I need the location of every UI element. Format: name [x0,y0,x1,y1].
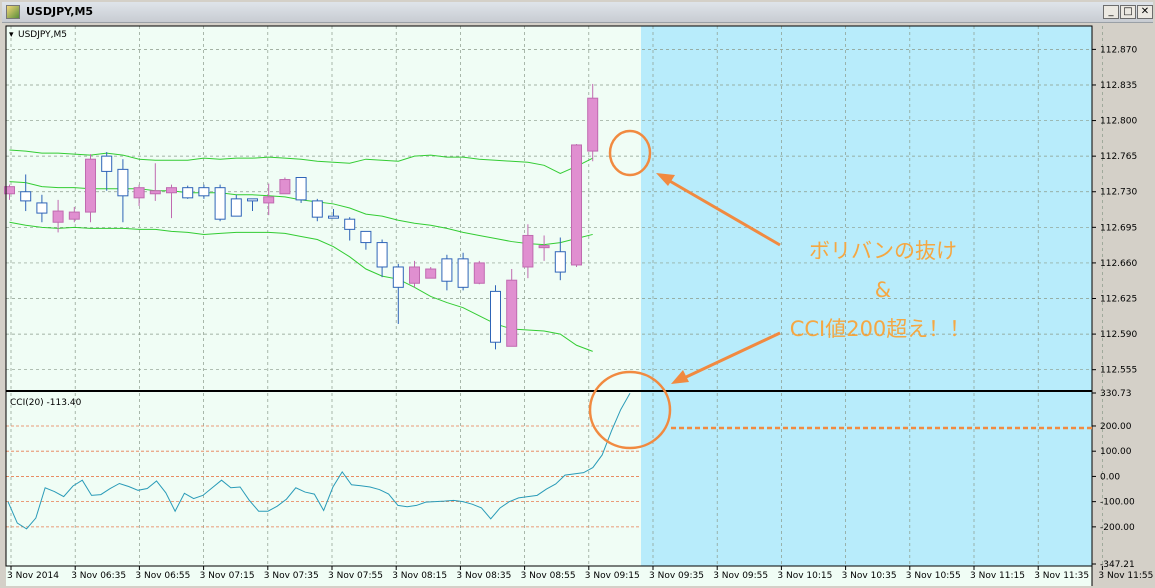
candle-body [295,177,307,201]
price-tick-label: 112.590 [1100,330,1137,340]
mt4-window: USDJPY,M5 _ □ ✕ ▾ USDJPY,M5 CCI(20) -113… [0,0,1155,588]
candle-body [117,168,129,197]
price-pane-arrow-icon: ▾ [9,30,14,40]
candle-body [571,144,582,266]
price-tick-label: 112.625 [1100,295,1137,305]
price-tick-label: 112.765 [1100,152,1137,162]
candle-body [392,266,404,288]
price-tick-label: 112.660 [1100,259,1137,269]
candle-body [328,215,339,219]
cci-pane-label: CCI(20) -113.40 [10,398,82,408]
cci-tick-label: 100.00 [1100,447,1132,457]
candle-body [376,242,388,268]
time-tick-label: 3 Nov 09:35 [649,571,704,581]
time-tick-label: 3 Nov 08:35 [456,571,511,581]
candle-body [36,202,48,214]
candle-body [149,190,161,195]
price-tick-label: 112.835 [1100,81,1137,91]
candle-body [425,268,437,279]
candle-body [68,211,80,220]
window-title: USDJPY,M5 [26,5,94,18]
annotation-line-3: CCI値200超え！！ [790,317,971,341]
price-axis: 112.870 112.835 112.800 112.765 112.730 112.6… [1092,45,1137,376]
title-bar: USDJPY,M5 _ □ ✕ [2,2,1153,23]
candle-body [538,245,550,249]
time-tick-label: 3 Nov 10:15 [777,571,832,581]
cci-tick-label: 200.00 [1100,422,1132,432]
candle-body [554,251,566,273]
time-tick-label: 3 Nov 11:35 [1034,571,1089,581]
cci-tick-label: -347.21 [1100,560,1135,570]
candle-body [52,210,64,223]
minimize-button[interactable]: _ [1103,5,1119,19]
candle-body [490,290,501,343]
cci-tick-label: -200.00 [1100,523,1135,533]
cci-tick-label: 0.00 [1100,472,1120,482]
time-tick-label: 3 Nov 09:15 [585,571,640,581]
chart-window-icon[interactable] [6,5,20,19]
price-tick-label: 112.730 [1100,188,1137,198]
candle-body [20,191,32,202]
time-tick-label: 3 Nov 10:35 [842,571,897,581]
candle-body [166,187,177,194]
time-tick-label: 3 Nov 2014 [7,571,59,581]
candle-body [360,230,372,244]
candle-body [506,279,518,347]
candle-body [214,187,226,220]
price-tick-label: 112.555 [1100,366,1137,376]
candle-body [85,158,96,213]
price-tick-label: 112.870 [1100,45,1137,55]
cci-tick-label: 330.73 [1100,389,1132,399]
time-tick-label: 3 Nov 11:55 [1098,571,1153,581]
candle-body [457,258,469,288]
candle-body [279,179,291,195]
time-tick-label: 3 Nov 07:55 [328,571,383,581]
candle-body [344,218,356,230]
candle-body [311,200,323,218]
price-tick-label: 112.695 [1100,223,1137,233]
candle-body [101,155,113,172]
close-button[interactable]: ✕ [1137,5,1153,19]
cci-axis: 330.73 200.00 100.00 0.00 -100.00 -200.00 -347… [1092,389,1135,570]
time-tick-label: 3 Nov 07:15 [200,571,255,581]
time-tick-label: 3 Nov 06:35 [71,571,126,581]
chart-area[interactable]: ▾ USDJPY,M5 CCI(20) -113.40 112.870112.8… [0,23,1155,588]
time-tick-label: 3 Nov 09:55 [713,571,768,581]
time-tick-label: 3 Nov 11:15 [970,571,1025,581]
time-tick-label: 3 Nov 08:55 [521,571,576,581]
candle-body [198,187,210,197]
annotation-line-2: & [875,278,891,302]
time-tick-label: 3 Nov 06:55 [135,571,190,581]
candle-body [587,97,599,152]
annotation-line-1: ボリバンの抜け [809,239,957,263]
maximize-button[interactable]: □ [1120,5,1136,19]
candle-body [230,198,242,217]
candle-body [441,258,453,282]
candle-body [522,234,534,268]
candle-body [182,187,194,199]
candle-body [409,266,420,284]
time-tick-label: 3 Nov 10:55 [906,571,961,581]
candle-body [473,262,485,284]
candle-body [133,187,145,199]
time-tick-label: 3 Nov 07:35 [264,571,319,581]
candle-body [247,198,258,202]
candle-body [263,196,275,204]
time-tick-label: 3 Nov 08:15 [392,571,447,581]
price-pane-label: USDJPY,M5 [18,30,67,40]
price-tick-label: 112.800 [1100,117,1137,127]
future-area [641,26,1092,566]
cci-tick-label: -100.00 [1100,498,1135,508]
